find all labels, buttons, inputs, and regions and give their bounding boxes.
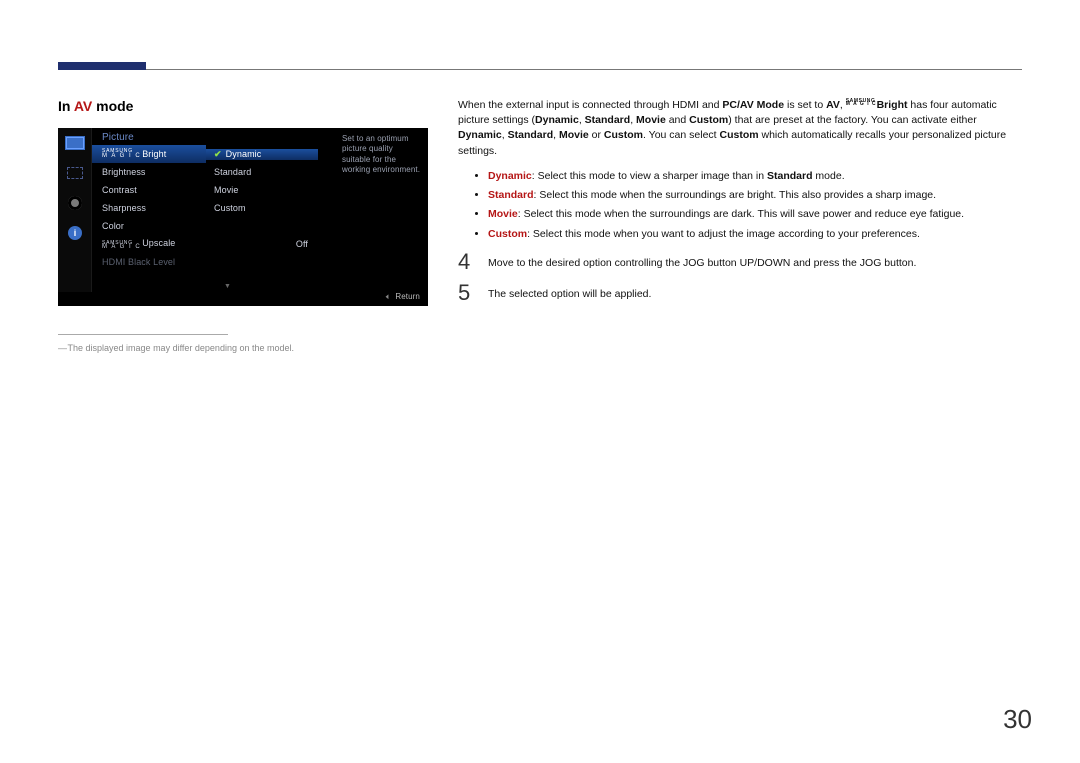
upscale-value: Off (296, 239, 318, 249)
dynamic-text: : Select this mode to view a sharper ima… (532, 170, 767, 182)
step-5: 5 The selected option will be applied. (458, 285, 1022, 304)
movie-bold: Movie (636, 114, 666, 126)
osd-row-sharpness: Sharpness Custom (92, 199, 336, 217)
mode-list: Dynamic: Select this mode to view a shar… (488, 169, 1022, 242)
list-item-custom: Custom: Select this mode when you want t… (488, 227, 1022, 242)
bright-bold: Bright (877, 99, 908, 111)
section-heading: In AV mode (58, 98, 428, 114)
osd-description: Set to an optimum picture quality suitab… (342, 134, 428, 176)
dynamic-tail: mode. (813, 170, 845, 182)
custom-bold: Custom (689, 114, 728, 126)
option-standard: Standard (206, 167, 318, 177)
intro-text: . You can select (643, 129, 719, 141)
menu-hdmi-black: HDMI Black Level (92, 257, 206, 267)
heading-suffix: mode (92, 98, 133, 114)
standard-bold: Standard (508, 129, 554, 141)
check-icon: ✔ (214, 149, 222, 159)
page-number: 30 (1003, 704, 1032, 735)
step-4: 4 Move to the desired option controlling… (458, 254, 1022, 273)
dynamic-bold: Dynamic (458, 129, 502, 141)
intro-text: ) that are preset at the factory. You ca… (728, 114, 976, 126)
av-bold: AV (826, 99, 840, 111)
samsung-magic-icon (846, 100, 877, 107)
info-tab-icon: i (58, 218, 92, 248)
standard-inline: Standard (767, 170, 813, 182)
list-item-movie: Movie: Select this mode when the surroun… (488, 207, 1022, 222)
step-text: The selected option will be applied. (488, 285, 1022, 302)
menu-brightness: Brightness (92, 167, 206, 177)
osd-screenshot: i Picture Bright ✔ Dynamic Brightness Sta… (58, 128, 428, 306)
scroll-down-icon: ▼ (224, 283, 231, 290)
display-tab-icon (58, 158, 92, 188)
header-rule (58, 62, 1022, 70)
custom-text: : Select this mode when you want to adju… (527, 228, 920, 240)
footnote: The displayed image may differ depending… (58, 343, 428, 353)
osd-main: Picture Bright ✔ Dynamic Brightness Stand… (92, 128, 336, 292)
heading-accent: AV (74, 98, 92, 114)
settings-tab-icon (58, 188, 92, 218)
osd-row-color: Color (92, 217, 336, 235)
intro-text: is set to (784, 99, 826, 111)
return-label: Return (395, 292, 420, 301)
custom-label: Custom (488, 228, 527, 240)
step-number: 5 (458, 282, 474, 304)
return-icon: ◄ (385, 292, 390, 301)
osd-title: Picture (92, 128, 336, 145)
intro-paragraph: When the external input is connected thr… (458, 98, 1022, 159)
option-movie: Movie (206, 185, 318, 195)
step-text: Move to the desired option controlling t… (488, 254, 1022, 271)
magicbright-label: Bright (142, 149, 166, 159)
custom-bold: Custom (604, 129, 643, 141)
standard-label: Standard (488, 189, 534, 201)
upscale-label: Upscale (142, 238, 175, 248)
standard-text: : Select this mode when the surroundings… (534, 189, 937, 201)
standard-bold: Standard (585, 114, 631, 126)
option-custom: Custom (206, 203, 318, 213)
list-item-standard: Standard: Select this mode when the surr… (488, 188, 1022, 203)
intro-text: and (666, 114, 689, 126)
osd-row-magicbright: Bright ✔ Dynamic (92, 145, 336, 163)
osd-row-brightness: Brightness Standard (92, 163, 336, 181)
movie-bold: Movie (559, 129, 589, 141)
movie-label: Movie (488, 208, 518, 220)
custom-bold: Custom (720, 129, 759, 141)
header-line (146, 69, 1022, 70)
samsung-magic-icon (102, 149, 141, 158)
osd-sidebar: i (58, 128, 92, 306)
list-item-dynamic: Dynamic: Select this mode to view a shar… (488, 169, 1022, 184)
menu-sharpness: Sharpness (92, 203, 206, 213)
samsung-magic-icon (102, 241, 141, 250)
header-accent (58, 62, 146, 70)
menu-color: Color (92, 221, 206, 231)
footnote-rule (58, 334, 228, 335)
heading-prefix: In (58, 98, 74, 114)
dynamic-label: Dynamic (488, 170, 532, 182)
pcav-mode: PC/AV Mode (722, 99, 784, 111)
movie-text: : Select this mode when the surroundings… (518, 208, 964, 220)
intro-text: When the external input is connected thr… (458, 99, 722, 111)
option-dynamic: Dynamic (226, 149, 262, 159)
osd-row-contrast: Contrast Movie (92, 181, 336, 199)
intro-text: or (589, 129, 604, 141)
osd-row-hdmi: HDMI Black Level (92, 253, 336, 271)
osd-row-upscale: Upscale Off (92, 235, 336, 253)
menu-contrast: Contrast (92, 185, 206, 195)
picture-tab-icon (58, 128, 92, 158)
dynamic-bold: Dynamic (535, 114, 579, 126)
steps: 4 Move to the desired option controlling… (458, 254, 1022, 304)
osd-footer: ◄ Return (58, 292, 428, 306)
step-number: 4 (458, 251, 474, 273)
